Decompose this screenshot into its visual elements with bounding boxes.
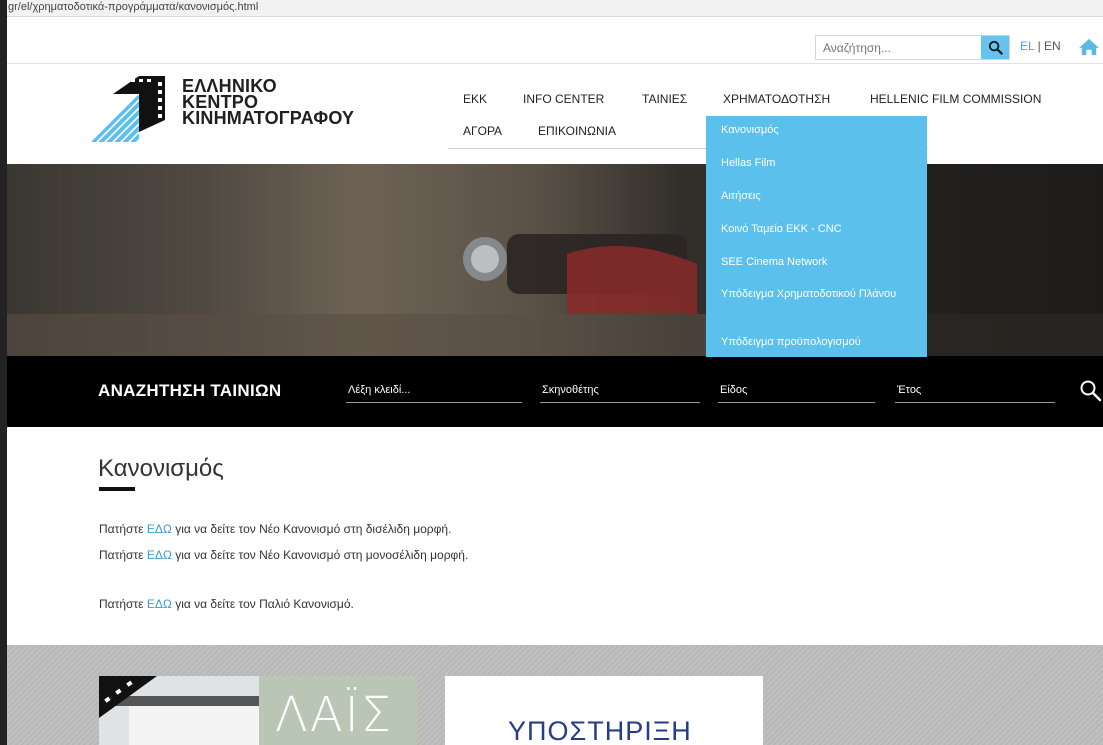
nav-films[interactable]: ΤΑΙΝΙΕΣ (642, 92, 687, 106)
funding-dropdown-menu: Κανονισμός Hellas Film Αιτήσεις Κοινό Τα… (706, 116, 927, 357)
site-logo[interactable]: ΕΛΛΗΝΙΚΟ ΚΕΝΤΡΟ ΚΙΝΗΜΑΤΟΓΡΑΦΟΥ (91, 76, 391, 154)
logo-mark-icon (91, 76, 165, 142)
browser-viewport: gr/el/χρηματοδοτικά-προγράμματα/κανονισμ… (0, 0, 1103, 745)
address-bar-url: gr/el/χρηματοδοτικά-προγράμματα/κανονισμ… (8, 1, 259, 13)
search-icon (988, 40, 1003, 55)
main-content: Κανονισμός Πατήστε ΕΔΩ για να δείτε τον … (7, 427, 1103, 645)
feature-card-lais[interactable]: ΛΑΪΣ (99, 676, 417, 745)
lang-el-link[interactable]: EL (1020, 39, 1034, 53)
film-year-field[interactable]: Έτος (895, 378, 1055, 403)
nav-contact[interactable]: ΕΠΙΚΟΙΝΩΝΙΑ (538, 124, 616, 138)
site-search-input[interactable] (816, 36, 976, 59)
language-switcher: EL | EN (1020, 39, 1061, 53)
feature-card-support-title: ΥΠΟΣΤΗΡΙΞΗ (508, 716, 692, 745)
paragraph-text: Πατήστε (99, 522, 147, 536)
logo-line-3: ΚΙΝΗΜΑΤΟΓΡΑΦΟΥ (182, 108, 355, 128)
regulation-paragraph-1: Πατήστε ΕΔΩ για να δείτε τον Νέο Κανονισ… (99, 522, 451, 536)
top-utility-bar: EL | EN (7, 30, 1103, 64)
dropdown-item-joint-fund[interactable]: Κοινό Ταμείο ΕΚΚ - CNC (721, 223, 911, 236)
dropdown-item-regulation[interactable]: Κανονισμός (721, 124, 911, 137)
film-director-field[interactable]: Σκηνοθέτης (540, 378, 700, 403)
film-year-placeholder: Έτος (897, 384, 922, 396)
lang-en-link[interactable]: EN (1044, 39, 1061, 53)
feature-card-lais-title: ΛΑΪΣ (275, 687, 394, 743)
regulation-link-old[interactable]: ΕΔΩ (147, 597, 172, 611)
nav-info-center[interactable]: INFO CENTER (523, 92, 604, 106)
paragraph-text: Πατήστε (99, 597, 147, 611)
regulation-paragraph-3: Πατήστε ΕΔΩ για να δείτε τον Παλιό Κανον… (99, 597, 354, 611)
site-search-button[interactable] (981, 36, 1009, 59)
paragraph-text: Πατήστε (99, 548, 147, 562)
page-title: Κανονισμός (98, 455, 224, 482)
title-underline (99, 487, 135, 491)
hero-banner-image (7, 164, 1103, 356)
film-search-bar: ΑΝΑΖΗΤΗΣΗ ΤΑΙΝΙΩΝ Λέξη κλειδί... Σκηνοθέ… (7, 356, 1103, 427)
site-search (815, 35, 1010, 60)
paragraph-text: για να δείτε τον Παλιό Κανονισμό. (171, 597, 354, 611)
film-keyword-placeholder: Λέξη κλειδί... (348, 384, 411, 396)
film-search-title: ΑΝΑΖΗΤΗΣΗ ΤΑΙΝΙΩΝ (98, 381, 282, 400)
film-genre-placeholder: Είδος (720, 384, 748, 396)
nav-market[interactable]: ΑΓΟΡΑ (463, 124, 502, 138)
nav-funding[interactable]: ΧΡΗΜΑΤΟΔΟΤΗΣΗ (723, 92, 830, 106)
nav-ekk[interactable]: ΕΚΚ (463, 92, 487, 106)
home-icon[interactable] (1078, 38, 1100, 56)
regulation-link-single-page[interactable]: ΕΔΩ (147, 548, 172, 562)
dropdown-item-see-cinema[interactable]: SEE Cinema Network (721, 256, 911, 269)
featured-section: ΛΑΪΣ ΥΠΟΣΤΗΡΙΞΗ (7, 645, 1103, 745)
nav-hellenic-film-commission[interactable]: HELLENIC FILM COMMISSION (870, 92, 1041, 106)
site-header: ΕΛΛΗΝΙΚΟ ΚΕΝΤΡΟ ΚΙΝΗΜΑΤΟΓΡΑΦΟΥ ΕΚΚ INFO … (7, 64, 1103, 164)
paragraph-text: για να δείτε τον Νέο Κανονισμό στη δισέλ… (171, 522, 452, 536)
logo-text: ΕΛΛΗΝΙΚΟ ΚΕΝΤΡΟ ΚΙΝΗΜΑΤΟΓΡΑΦΟΥ (182, 77, 355, 128)
film-genre-field[interactable]: Είδος (718, 378, 875, 403)
film-director-placeholder: Σκηνοθέτης (542, 384, 599, 396)
regulation-paragraph-2: Πατήστε ΕΔΩ για να δείτε τον Νέο Κανονισ… (99, 548, 468, 562)
address-bar[interactable]: gr/el/χρηματοδοτικά-προγράμματα/κανονισμ… (7, 0, 1103, 17)
dropdown-item-financing-plan[interactable]: Υπόδειγμα Χρηματοδοτικού Πλάνου (721, 288, 911, 301)
paragraph-text: για να δείτε τον Νέο Κανονισμό στη μονοσ… (171, 548, 469, 562)
feature-card-support[interactable]: ΥΠΟΣΤΗΡΙΞΗ (445, 676, 763, 745)
dropdown-item-budget[interactable]: Υπόδειγμα προϋπολογισμού (721, 336, 911, 349)
film-keyword-field[interactable]: Λέξη κλειδί... (346, 378, 522, 403)
regulation-link-double-page[interactable]: ΕΔΩ (147, 522, 172, 536)
film-search-icon[interactable] (1078, 378, 1102, 402)
dropdown-item-applications[interactable]: Αιτήσεις (721, 190, 911, 203)
dropdown-item-hellas-film[interactable]: Hellas Film (721, 157, 911, 170)
lang-separator: | (1034, 39, 1045, 53)
